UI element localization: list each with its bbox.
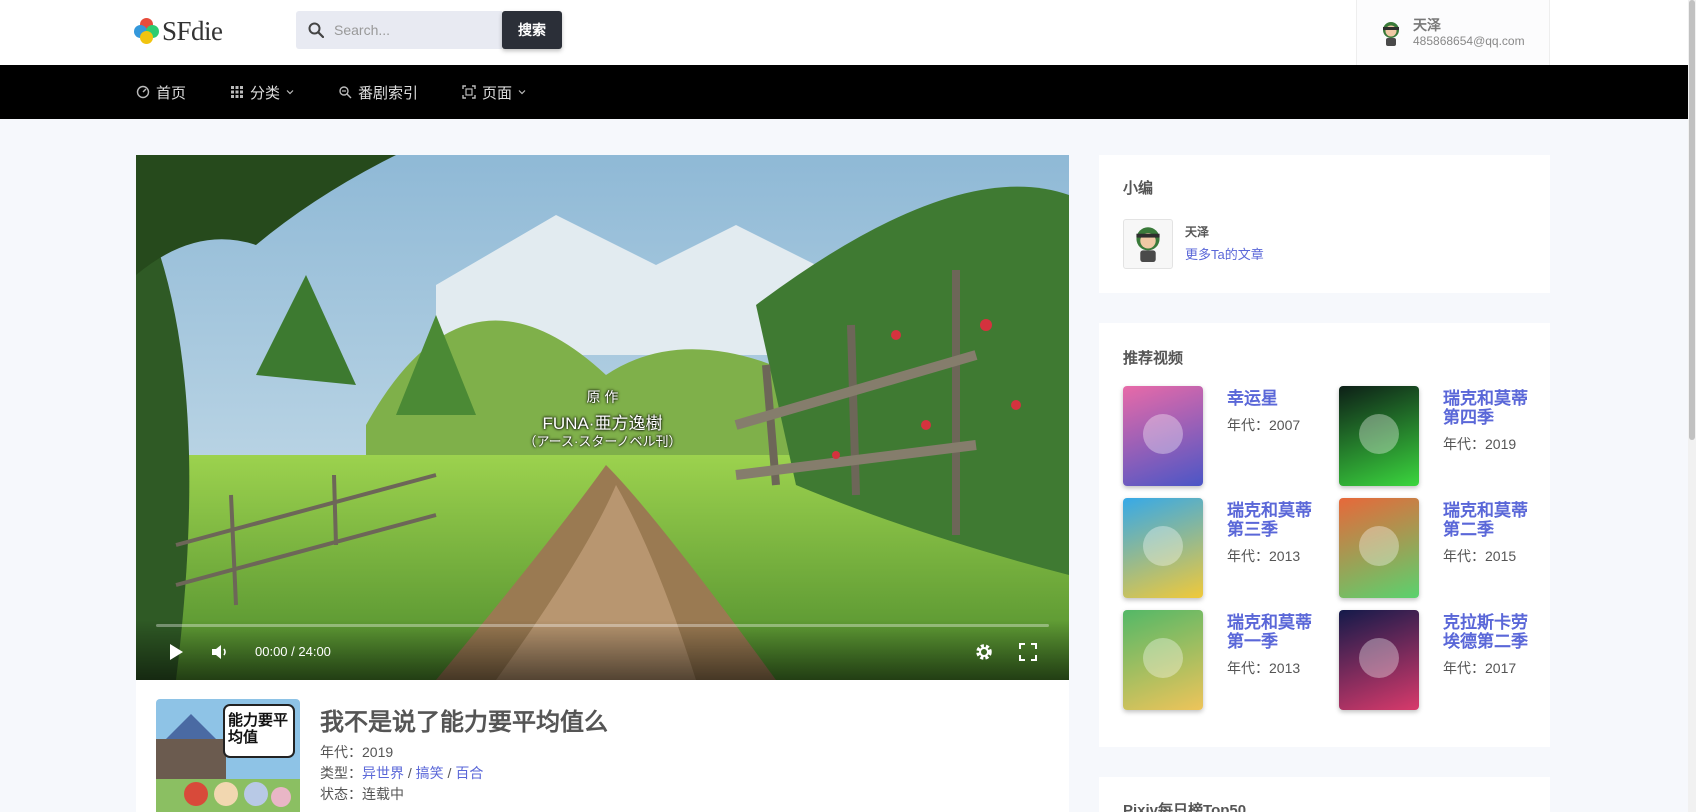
scrollbar-thumb[interactable] bbox=[1689, 0, 1695, 440]
play-icon[interactable] bbox=[166, 642, 186, 662]
logo-text: SFdie bbox=[162, 15, 223, 46]
video-info-card: 能力要平均值 我不是说了能力要平均值么 年代：2019 类型：异世界 / 搞笑 … bbox=[136, 680, 1069, 812]
genre-link[interactable]: 异世界 bbox=[362, 765, 404, 781]
subtitle-line: （アース·スターノベル刊） bbox=[523, 434, 682, 449]
more-articles-link[interactable]: 更多Ta的文章 bbox=[1185, 244, 1264, 263]
search-list-icon bbox=[339, 86, 352, 99]
card-title: 小编 bbox=[1123, 180, 1154, 197]
nav-item-category[interactable]: 分类 bbox=[230, 82, 294, 103]
player-controls: 00:00 / 24:00 bbox=[136, 620, 1069, 680]
recommend-item[interactable]: 幸运星年代：2007 bbox=[1123, 386, 1323, 486]
recommend-year: 年代：2013 bbox=[1227, 548, 1301, 564]
nav-label: 首页 bbox=[156, 84, 187, 102]
recommend-thumbnail[interactable] bbox=[1123, 498, 1203, 598]
thumbnail-art bbox=[1359, 414, 1399, 454]
nav-label: 番剧索引 bbox=[358, 84, 419, 102]
avatar-image bbox=[1136, 227, 1160, 262]
subtitle-line: 原 作 bbox=[586, 389, 619, 405]
genre-link[interactable]: 搞笑 bbox=[416, 765, 444, 781]
top-header: SFdie 搜索 天泽 485868654@qq.com bbox=[0, 0, 1696, 65]
video-status: 状态：连载中 bbox=[320, 786, 404, 802]
search-button[interactable]: 搜索 bbox=[502, 11, 562, 49]
progress-bar[interactable] bbox=[156, 624, 1049, 627]
recommend-thumbnail[interactable] bbox=[1339, 610, 1419, 710]
recommend-card: 推荐视频 幸运星 年代：2007 瑞克和莫蒂第四季 年代：2019 瑞克和莫蒂第三季 年代… bbox=[1099, 323, 1550, 747]
recommend-thumbnail[interactable] bbox=[1339, 498, 1419, 598]
recommend-year: 年代：2007 bbox=[1227, 417, 1301, 433]
genre-link[interactable]: 百合 bbox=[455, 765, 483, 781]
search-input[interactable] bbox=[334, 22, 494, 38]
recommend-title[interactable]: 瑞克和莫蒂第四季 bbox=[1443, 389, 1529, 427]
settings-gear-icon[interactable] bbox=[974, 642, 994, 662]
recommend-thumbnail[interactable] bbox=[1123, 386, 1203, 486]
avatar[interactable] bbox=[1123, 219, 1173, 269]
time-display: 00:00 / 24:00 bbox=[255, 644, 331, 659]
user-email: 485868654@qq.com bbox=[1413, 33, 1525, 48]
thumbnail-art bbox=[1359, 638, 1399, 678]
chevron-down-icon bbox=[286, 90, 294, 95]
nav-item-home[interactable]: 首页 bbox=[136, 82, 186, 103]
nav-label: 分类 bbox=[250, 84, 281, 102]
search-bar: 搜索 bbox=[296, 11, 562, 49]
nav-item-index[interactable]: 番剧索引 bbox=[338, 82, 418, 103]
recommend-item[interactable]: 瑞克和莫蒂第四季年代：2019 bbox=[1339, 386, 1539, 486]
recommend-year: 年代：2017 bbox=[1443, 660, 1517, 676]
recommend-year: 年代：2015 bbox=[1443, 548, 1517, 564]
logo-flower-icon bbox=[134, 18, 160, 44]
video-title: 我不是说了能力要平均值么 bbox=[320, 709, 608, 736]
video-poster[interactable]: 能力要平均值 bbox=[156, 699, 300, 812]
recommend-item[interactable]: 瑞克和莫蒂第一季年代：2013 bbox=[1123, 610, 1323, 710]
recommend-title[interactable]: 瑞克和莫蒂第二季 bbox=[1443, 501, 1529, 539]
recommend-thumbnail[interactable] bbox=[1339, 386, 1419, 486]
nav-item-pages[interactable]: 页面 bbox=[462, 82, 526, 103]
editor-card: 小编 天泽 更多Ta的文章 bbox=[1099, 155, 1550, 293]
main-nav: 首页 分类 番剧索引 页面 bbox=[0, 65, 1696, 119]
recommend-item[interactable]: 克拉斯卡劳埃德第二季年代：2017 bbox=[1339, 610, 1539, 710]
poster-title: 能力要平均值 bbox=[228, 713, 289, 747]
editor-name: 天泽 bbox=[1185, 225, 1210, 239]
thumbnail-art bbox=[1143, 414, 1183, 454]
user-profile[interactable]: 天泽 485868654@qq.com bbox=[1356, 0, 1550, 65]
recommend-item[interactable]: 瑞克和莫蒂第三季年代：2013 bbox=[1123, 498, 1323, 598]
recommend-thumbnail[interactable] bbox=[1123, 610, 1203, 710]
recommend-item[interactable]: 瑞克和莫蒂第二季年代：2015 bbox=[1339, 498, 1539, 598]
recommend-title[interactable]: 瑞克和莫蒂第三季 bbox=[1227, 501, 1313, 539]
dashboard-icon bbox=[136, 85, 150, 99]
thumbnail-art bbox=[1359, 526, 1399, 566]
page-scrollbar[interactable] bbox=[1688, 0, 1696, 812]
thumbnail-art bbox=[1143, 638, 1183, 678]
recommend-title[interactable]: 幸运星 bbox=[1227, 389, 1313, 409]
search-field[interactable] bbox=[296, 11, 502, 49]
fullscreen-icon[interactable] bbox=[1018, 642, 1038, 662]
video-player[interactable]: 原 作 FUNA·亜方逸樹 （アース·スターノベル刊） 00:00 / 24:0… bbox=[136, 155, 1069, 680]
search-icon bbox=[308, 22, 324, 38]
frame-icon bbox=[462, 85, 476, 99]
card-title: 推荐视频 bbox=[1123, 350, 1184, 367]
thumbnail-art bbox=[1143, 526, 1183, 566]
user-name: 天泽 bbox=[1413, 16, 1441, 33]
video-genres: 类型：异世界 / 搞笑 / 百合 bbox=[320, 765, 484, 781]
video-year: 年代：2019 bbox=[320, 744, 394, 760]
nav-label: 页面 bbox=[482, 84, 513, 102]
grid-icon bbox=[231, 86, 244, 98]
recommend-title[interactable]: 瑞克和莫蒂第一季 bbox=[1227, 613, 1313, 651]
recommend-year: 年代：2019 bbox=[1443, 436, 1517, 452]
volume-icon[interactable] bbox=[210, 642, 230, 662]
recommend-year: 年代：2013 bbox=[1227, 660, 1301, 676]
card-title: Pixiv每日榜Top50 bbox=[1123, 802, 1247, 812]
avatar bbox=[1383, 21, 1399, 46]
pixiv-card: Pixiv每日榜Top50 bbox=[1099, 777, 1550, 812]
chevron-down-icon bbox=[518, 90, 526, 95]
site-logo[interactable]: SFdie bbox=[134, 16, 223, 46]
recommend-title[interactable]: 克拉斯卡劳埃德第二季 bbox=[1443, 613, 1529, 651]
